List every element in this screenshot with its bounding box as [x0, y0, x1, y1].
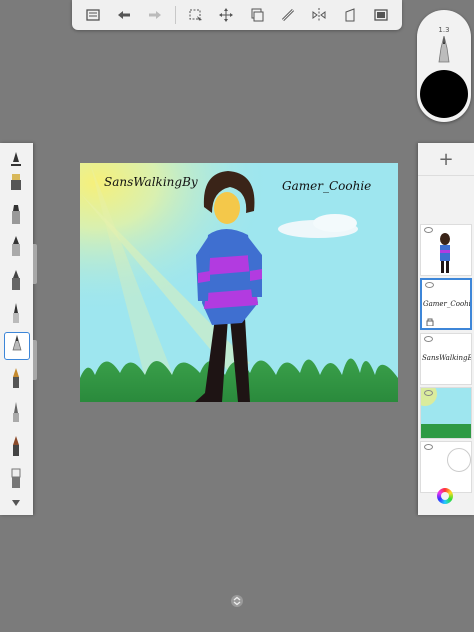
- redo-icon[interactable]: [144, 4, 166, 26]
- layer-thumb-empty[interactable]: [420, 441, 472, 493]
- selection-icon[interactable]: [185, 4, 207, 26]
- canvas-signature-text: Gamer_Coohie: [282, 179, 372, 193]
- layer-thumb-character[interactable]: [420, 224, 472, 276]
- perspective-icon[interactable]: [339, 4, 361, 26]
- fine-pen-icon[interactable]: [4, 300, 28, 326]
- layers-panel: + Gamer_Coohie SansWalkingBy: [418, 143, 474, 515]
- cloud-top: [313, 214, 357, 232]
- layer-opacity-indicator: [447, 448, 471, 472]
- eye-icon[interactable]: [424, 444, 433, 450]
- canvas-title-text: SansWalkingBy: [104, 175, 198, 189]
- brush-palette: [0, 143, 33, 515]
- copy-icon[interactable]: [246, 4, 268, 26]
- layer-title-text: SansWalkingBy: [422, 354, 472, 362]
- smudge-icon[interactable]: [4, 399, 28, 425]
- more-tools-icon[interactable]: [4, 495, 28, 511]
- ruler-icon[interactable]: [277, 4, 299, 26]
- ink-pen-icon[interactable]: [4, 233, 28, 259]
- toolbar-divider: [174, 6, 176, 24]
- artwork: [80, 163, 398, 402]
- marker-icon[interactable]: [4, 201, 28, 227]
- layer-thumb-background[interactable]: [420, 387, 472, 439]
- top-toolbar: [72, 0, 402, 30]
- paintbrush-icon[interactable]: [4, 433, 28, 459]
- ballpoint-pen-icon[interactable]: [4, 332, 30, 360]
- character-thumbnail: [440, 233, 450, 273]
- palette-resize-handle[interactable]: [33, 244, 37, 284]
- brush-icon[interactable]: [4, 267, 28, 293]
- toggle-ui-icon[interactable]: [230, 594, 244, 608]
- brush-size-label: 1.3: [438, 26, 450, 34]
- add-layer-button[interactable]: +: [418, 143, 474, 176]
- fountain-pen-icon[interactable]: [4, 365, 28, 391]
- undo-icon[interactable]: [113, 4, 135, 26]
- layer-thumb-title[interactable]: SansWalkingBy: [420, 333, 472, 385]
- color-wheel-icon[interactable]: [437, 488, 453, 504]
- eraser-icon[interactable]: [4, 465, 28, 491]
- list-icon[interactable]: [82, 4, 104, 26]
- face: [214, 192, 240, 224]
- brush-puck[interactable]: 1.3: [417, 10, 471, 122]
- move-icon[interactable]: [215, 4, 237, 26]
- palette-resize-handle-lower[interactable]: [33, 340, 37, 380]
- airbrush-icon[interactable]: [4, 169, 28, 195]
- symmetry-icon[interactable]: [308, 4, 330, 26]
- layer-signature-text: Gamer_Coohie: [423, 300, 472, 308]
- right-arm-stripe: [250, 269, 262, 281]
- left-arm-stripe: [198, 271, 210, 283]
- drawing-canvas[interactable]: SansWalkingBy Gamer_Coohie: [80, 163, 398, 402]
- current-color-swatch[interactable]: [420, 70, 468, 118]
- eye-icon[interactable]: [424, 336, 433, 342]
- eye-icon[interactable]: [425, 282, 434, 288]
- brush-nib-icon: [438, 36, 450, 63]
- layer-thumb-signature[interactable]: Gamer_Coohie: [420, 278, 472, 330]
- eye-icon[interactable]: [424, 390, 433, 396]
- lock-icon: [426, 318, 434, 326]
- frame-icon[interactable]: [370, 4, 392, 26]
